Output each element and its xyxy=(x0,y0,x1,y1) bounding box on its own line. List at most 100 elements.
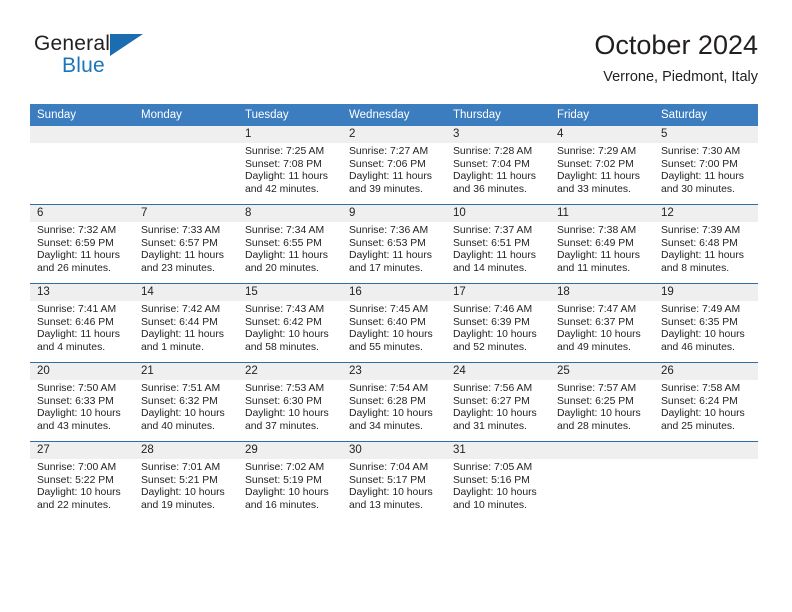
page-subtitle: Verrone, Piedmont, Italy xyxy=(603,69,758,85)
day-cell-inner: 30 Sunrise: 7:04 AM Sunset: 5:17 PM Dayligh… xyxy=(342,442,446,520)
day-number: 7 xyxy=(134,205,238,222)
calendar-day-cell[interactable]: 25 Sunrise: 7:57 AM Sunset: 6:25 PM Dayligh… xyxy=(550,362,654,442)
sunrise-time: Sunrise: 7:42 AM xyxy=(141,304,221,315)
calendar-day-cell[interactable]: 31 Sunrise: 7:05 AM Sunset: 5:16 PM Dayligh… xyxy=(446,441,550,520)
day-number: 16 xyxy=(342,284,446,301)
page-header: General Blue October 2024 Verrone, Piedm… xyxy=(34,28,758,98)
daylight-duration-line1: Daylight: 10 hours xyxy=(141,408,225,420)
calendar-day-cell[interactable]: 2 Sunrise: 7:27 AM Sunset: 7:06 PM Daylight… xyxy=(342,126,446,205)
daylight-duration-line2: and 17 minutes. xyxy=(349,262,423,274)
daylight-duration-line1: Daylight: 11 hours xyxy=(557,250,640,262)
calendar-day-cell[interactable]: 14 Sunrise: 7:42 AM Sunset: 6:44 PM Dayligh… xyxy=(134,283,238,363)
day-cell-inner xyxy=(30,126,134,204)
day-cell-inner xyxy=(654,442,758,520)
daylight-duration-line1: Daylight: 10 hours xyxy=(141,487,225,499)
day-cell-details: Sunrise: 7:01 AM Sunset: 5:21 PM Daylight:… xyxy=(134,459,238,512)
day-cell-details xyxy=(134,143,238,146)
calendar-day-cell[interactable]: 18 Sunrise: 7:47 AM Sunset: 6:37 PM Dayligh… xyxy=(550,283,654,363)
daylight-duration-line2: and 1 minute. xyxy=(141,341,204,353)
day-cell-details: Sunrise: 7:29 AM Sunset: 7:02 PM Daylight:… xyxy=(550,143,654,196)
day-cell-inner: 27 Sunrise: 7:00 AM Sunset: 5:22 PM Dayligh… xyxy=(30,442,134,520)
daylight-duration-line1: Daylight: 11 hours xyxy=(37,250,120,262)
sunset-time: Sunset: 7:08 PM xyxy=(245,158,322,170)
day-number: 8 xyxy=(238,205,342,222)
day-cell-details: Sunrise: 7:37 AM Sunset: 6:51 PM Daylight:… xyxy=(446,222,550,275)
daylight-duration-line1: Daylight: 11 hours xyxy=(245,250,328,262)
sunset-time: Sunset: 6:28 PM xyxy=(349,395,426,407)
day-cell-inner: 16 Sunrise: 7:45 AM Sunset: 6:40 PM Dayligh… xyxy=(342,284,446,362)
calendar-day-cell[interactable]: 23 Sunrise: 7:54 AM Sunset: 6:28 PM Dayligh… xyxy=(342,362,446,442)
calendar-day-cell[interactable]: 9 Sunrise: 7:36 AM Sunset: 6:53 PM Daylight… xyxy=(342,204,446,284)
calendar-day-cell[interactable]: 15 Sunrise: 7:43 AM Sunset: 6:42 PM Dayligh… xyxy=(238,283,342,363)
sunset-time: Sunset: 6:46 PM xyxy=(37,316,114,328)
sunset-time: Sunset: 6:33 PM xyxy=(37,395,114,407)
day-cell-inner: 17 Sunrise: 7:46 AM Sunset: 6:39 PM Dayligh… xyxy=(446,284,550,362)
daylight-duration-line1: Daylight: 11 hours xyxy=(453,250,536,262)
daylight-duration-line2: and 22 minutes. xyxy=(37,499,111,511)
day-cell-inner: 26 Sunrise: 7:58 AM Sunset: 6:24 PM Dayligh… xyxy=(654,363,758,441)
daylight-duration-line2: and 40 minutes. xyxy=(141,420,215,432)
calendar-day-cell[interactable]: 29 Sunrise: 7:02 AM Sunset: 5:19 PM Dayligh… xyxy=(238,441,342,520)
day-cell-details: Sunrise: 7:00 AM Sunset: 5:22 PM Daylight:… xyxy=(30,459,134,512)
calendar-day-cell[interactable]: 16 Sunrise: 7:45 AM Sunset: 6:40 PM Dayligh… xyxy=(342,283,446,363)
calendar-day-cell[interactable]: 28 Sunrise: 7:01 AM Sunset: 5:21 PM Dayligh… xyxy=(134,441,238,520)
sunrise-time: Sunrise: 7:38 AM xyxy=(557,225,637,236)
sunset-time: Sunset: 6:30 PM xyxy=(245,395,322,407)
calendar-day-cell-empty xyxy=(550,441,654,520)
brand-logo[interactable]: General Blue xyxy=(34,32,164,84)
sunset-time: Sunset: 6:44 PM xyxy=(141,316,218,328)
sunrise-time: Sunrise: 7:28 AM xyxy=(453,146,533,157)
daylight-duration-line2: and 42 minutes. xyxy=(245,183,319,195)
sunset-time: Sunset: 6:25 PM xyxy=(557,395,634,407)
weekday-header-wednesday: Wednesday xyxy=(342,104,446,126)
day-cell-inner: 20 Sunrise: 7:50 AM Sunset: 6:33 PM Dayligh… xyxy=(30,363,134,441)
day-cell-details: Sunrise: 7:47 AM Sunset: 6:37 PM Daylight:… xyxy=(550,301,654,354)
day-cell-details xyxy=(30,143,134,146)
day-cell-details: Sunrise: 7:30 AM Sunset: 7:00 PM Daylight:… xyxy=(654,143,758,196)
daylight-duration-line1: Daylight: 10 hours xyxy=(349,487,433,499)
page-title: October 2024 xyxy=(594,30,758,60)
calendar-day-cell[interactable]: 6 Sunrise: 7:32 AM Sunset: 6:59 PM Daylight… xyxy=(30,204,134,284)
sunrise-time: Sunrise: 7:32 AM xyxy=(37,225,117,236)
calendar-day-cell[interactable]: 7 Sunrise: 7:33 AM Sunset: 6:57 PM Daylight… xyxy=(134,204,238,284)
daylight-duration-line1: Daylight: 10 hours xyxy=(245,487,329,499)
calendar-header-row: Sunday Monday Tuesday Wednesday Thursday… xyxy=(30,104,758,126)
day-number: 21 xyxy=(134,363,238,380)
sunrise-time: Sunrise: 7:04 AM xyxy=(349,462,429,473)
day-number: 3 xyxy=(446,126,550,143)
day-cell-inner: 19 Sunrise: 7:49 AM Sunset: 6:35 PM Dayligh… xyxy=(654,284,758,362)
day-cell-details: Sunrise: 7:49 AM Sunset: 6:35 PM Daylight:… xyxy=(654,301,758,354)
calendar-day-cell[interactable]: 21 Sunrise: 7:51 AM Sunset: 6:32 PM Dayligh… xyxy=(134,362,238,442)
weekday-header-saturday: Saturday xyxy=(654,104,758,126)
calendar-day-cell[interactable]: 20 Sunrise: 7:50 AM Sunset: 6:33 PM Dayligh… xyxy=(30,362,134,442)
calendar-day-cell[interactable]: 30 Sunrise: 7:04 AM Sunset: 5:17 PM Dayligh… xyxy=(342,441,446,520)
calendar-day-cell[interactable]: 10 Sunrise: 7:37 AM Sunset: 6:51 PM Dayligh… xyxy=(446,204,550,284)
calendar-day-cell[interactable]: 17 Sunrise: 7:46 AM Sunset: 6:39 PM Dayligh… xyxy=(446,283,550,363)
sunrise-time: Sunrise: 7:41 AM xyxy=(37,304,117,315)
calendar-day-cell[interactable]: 8 Sunrise: 7:34 AM Sunset: 6:55 PM Daylight… xyxy=(238,204,342,284)
day-number xyxy=(550,442,654,459)
calendar-day-cell[interactable]: 4 Sunrise: 7:29 AM Sunset: 7:02 PM Daylight… xyxy=(550,126,654,205)
sunrise-time: Sunrise: 7:29 AM xyxy=(557,146,637,157)
calendar-day-cell[interactable]: 24 Sunrise: 7:56 AM Sunset: 6:27 PM Dayligh… xyxy=(446,362,550,442)
day-number: 9 xyxy=(342,205,446,222)
calendar-day-cell[interactable]: 27 Sunrise: 7:00 AM Sunset: 5:22 PM Dayligh… xyxy=(30,441,134,520)
calendar-day-cell[interactable]: 3 Sunrise: 7:28 AM Sunset: 7:04 PM Daylight… xyxy=(446,126,550,205)
calendar-day-cell[interactable]: 19 Sunrise: 7:49 AM Sunset: 6:35 PM Dayligh… xyxy=(654,283,758,363)
sunset-time: Sunset: 7:04 PM xyxy=(453,158,530,170)
calendar-day-cell[interactable]: 12 Sunrise: 7:39 AM Sunset: 6:48 PM Dayligh… xyxy=(654,204,758,284)
sunrise-time: Sunrise: 7:01 AM xyxy=(141,462,221,473)
sunrise-time: Sunrise: 7:46 AM xyxy=(453,304,533,315)
calendar-day-cell[interactable]: 5 Sunrise: 7:30 AM Sunset: 7:00 PM Daylight… xyxy=(654,126,758,205)
calendar-day-cell[interactable]: 1 Sunrise: 7:25 AM Sunset: 7:08 PM Daylight… xyxy=(238,126,342,205)
calendar-day-cell[interactable]: 26 Sunrise: 7:58 AM Sunset: 6:24 PM Dayligh… xyxy=(654,362,758,442)
calendar-day-cell-empty xyxy=(134,126,238,205)
day-cell-inner: 23 Sunrise: 7:54 AM Sunset: 6:28 PM Dayligh… xyxy=(342,363,446,441)
calendar-day-cell[interactable]: 22 Sunrise: 7:53 AM Sunset: 6:30 PM Dayligh… xyxy=(238,362,342,442)
day-number: 19 xyxy=(654,284,758,301)
calendar-day-cell[interactable]: 11 Sunrise: 7:38 AM Sunset: 6:49 PM Dayligh… xyxy=(550,204,654,284)
day-cell-details: Sunrise: 7:42 AM Sunset: 6:44 PM Daylight:… xyxy=(134,301,238,354)
day-cell-inner: 21 Sunrise: 7:51 AM Sunset: 6:32 PM Dayligh… xyxy=(134,363,238,441)
day-number: 14 xyxy=(134,284,238,301)
calendar-day-cell[interactable]: 13 Sunrise: 7:41 AM Sunset: 6:46 PM Dayligh… xyxy=(30,283,134,363)
